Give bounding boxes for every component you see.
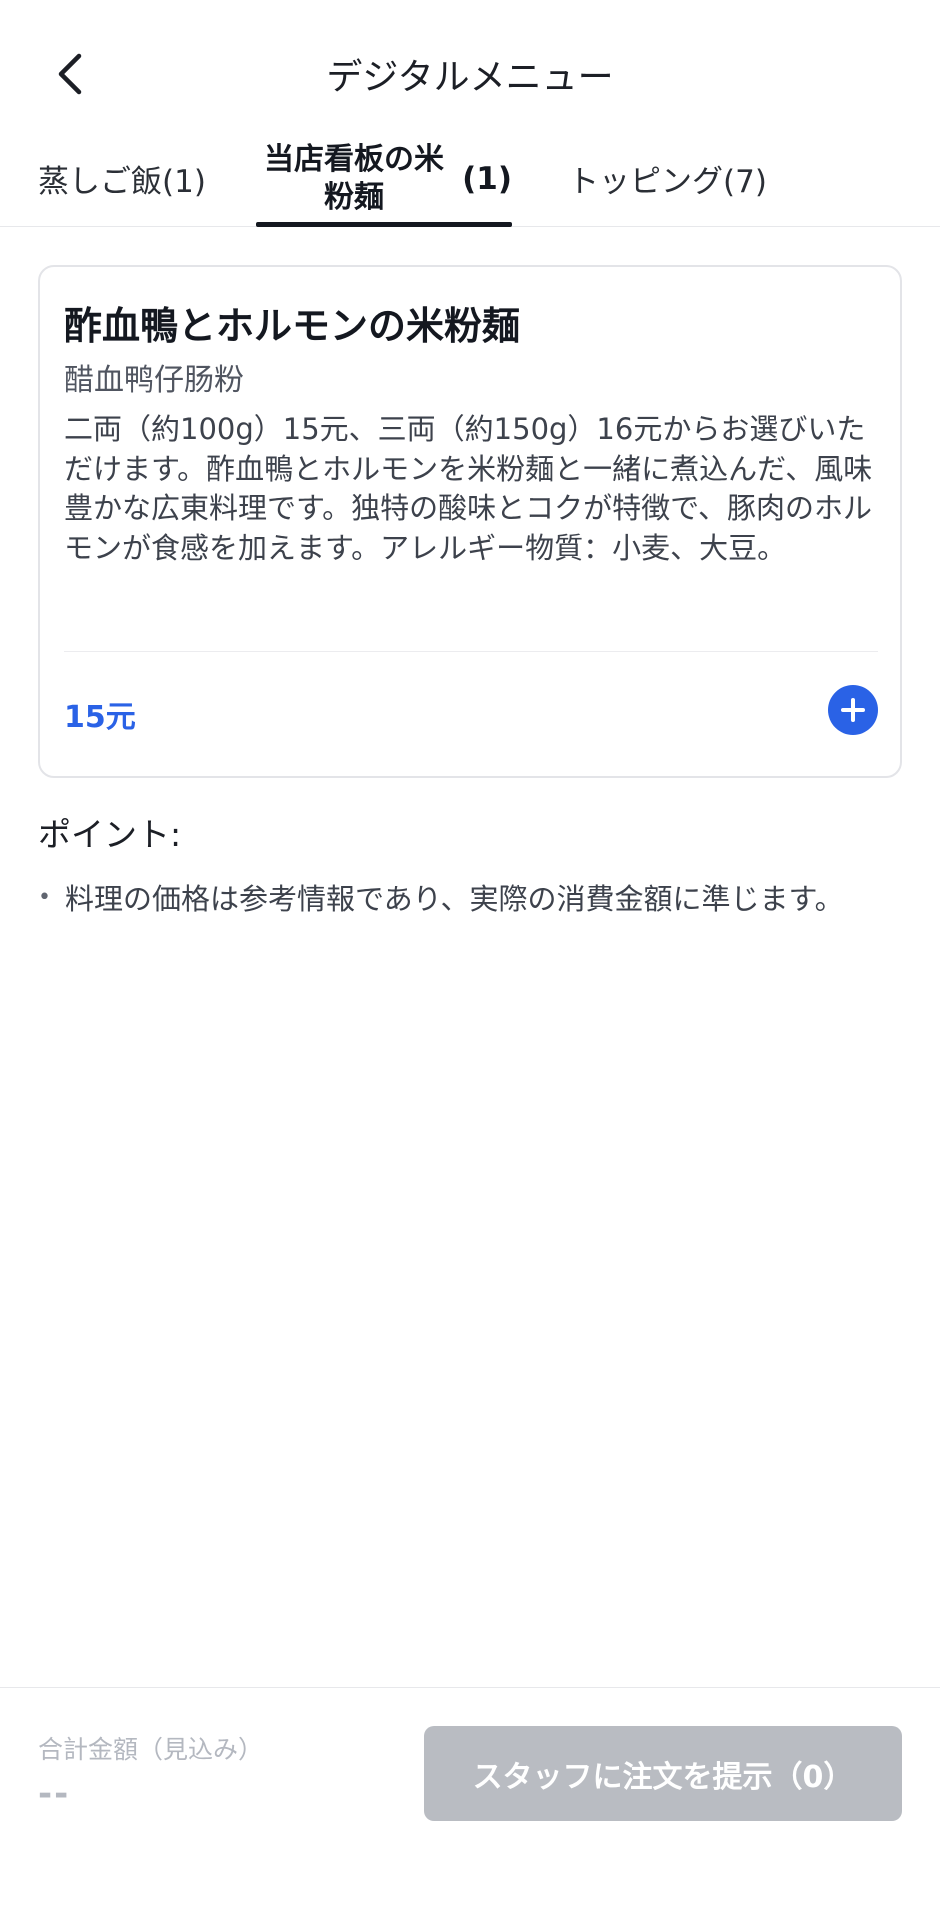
add-dish-button[interactable] bbox=[828, 685, 878, 735]
tab-count: (1) bbox=[462, 160, 512, 197]
dish-price: 15元 bbox=[64, 700, 136, 735]
total-label: 合計金額（見込み） bbox=[38, 1735, 264, 1764]
notes-title: ポイント: bbox=[38, 815, 182, 854]
total-value: -- bbox=[38, 1774, 71, 1814]
category-tabs: 蒸しご飯(1) 当店看板の米粉麺 (1) トッピング(7) bbox=[0, 130, 940, 227]
card-divider bbox=[64, 651, 878, 652]
digital-menu-page: デジタルメニュー 蒸しご飯(1) 当店看板の米粉麺 (1) トッピング(7) 酢… bbox=[0, 0, 940, 1920]
header: デジタルメニュー bbox=[0, 0, 940, 148]
active-tab-indicator bbox=[256, 222, 512, 227]
tab-label: 蒸しご飯(1) bbox=[38, 164, 206, 200]
note-text: 料理の価格は参考情報であり、実際の消費金額に準じます。 bbox=[64, 882, 844, 916]
note-item: • 料理の価格は参考情報であり、実際の消費金額に準じます。 bbox=[38, 876, 844, 918]
show-order-to-staff-button[interactable]: スタッフに注文を提示（0） bbox=[424, 1726, 902, 1821]
tab-toppings[interactable]: トッピング(7) bbox=[568, 130, 767, 227]
tab-signature-rice-noodles[interactable]: 当店看板の米粉麺 (1) bbox=[256, 130, 512, 227]
dish-description: 二両（約100g）15元、三両（約150g）16元からお選びいただけます。酢血鴨… bbox=[64, 412, 873, 565]
bottom-bar: 合計金額（見込み） -- スタッフに注文を提示（0） bbox=[0, 1687, 940, 1920]
page-title: デジタルメニュー bbox=[326, 57, 614, 98]
bullet-icon: • bbox=[38, 884, 51, 910]
dish-original-name: 醋血鸭仔肠粉 bbox=[64, 363, 244, 398]
dish-name: 酢血鴨とホルモンの米粉麺 bbox=[64, 304, 521, 348]
dish-card: 酢血鴨とホルモンの米粉麺 醋血鸭仔肠粉 二両（約100g）15元、三両（約150… bbox=[38, 265, 902, 778]
tab-label: トッピング(7) bbox=[568, 164, 767, 200]
tab-steamed-rice[interactable]: 蒸しご飯(1) bbox=[38, 130, 206, 227]
tab-label: 当店看板の米粉麺 bbox=[264, 141, 445, 215]
plus-icon bbox=[841, 698, 865, 722]
